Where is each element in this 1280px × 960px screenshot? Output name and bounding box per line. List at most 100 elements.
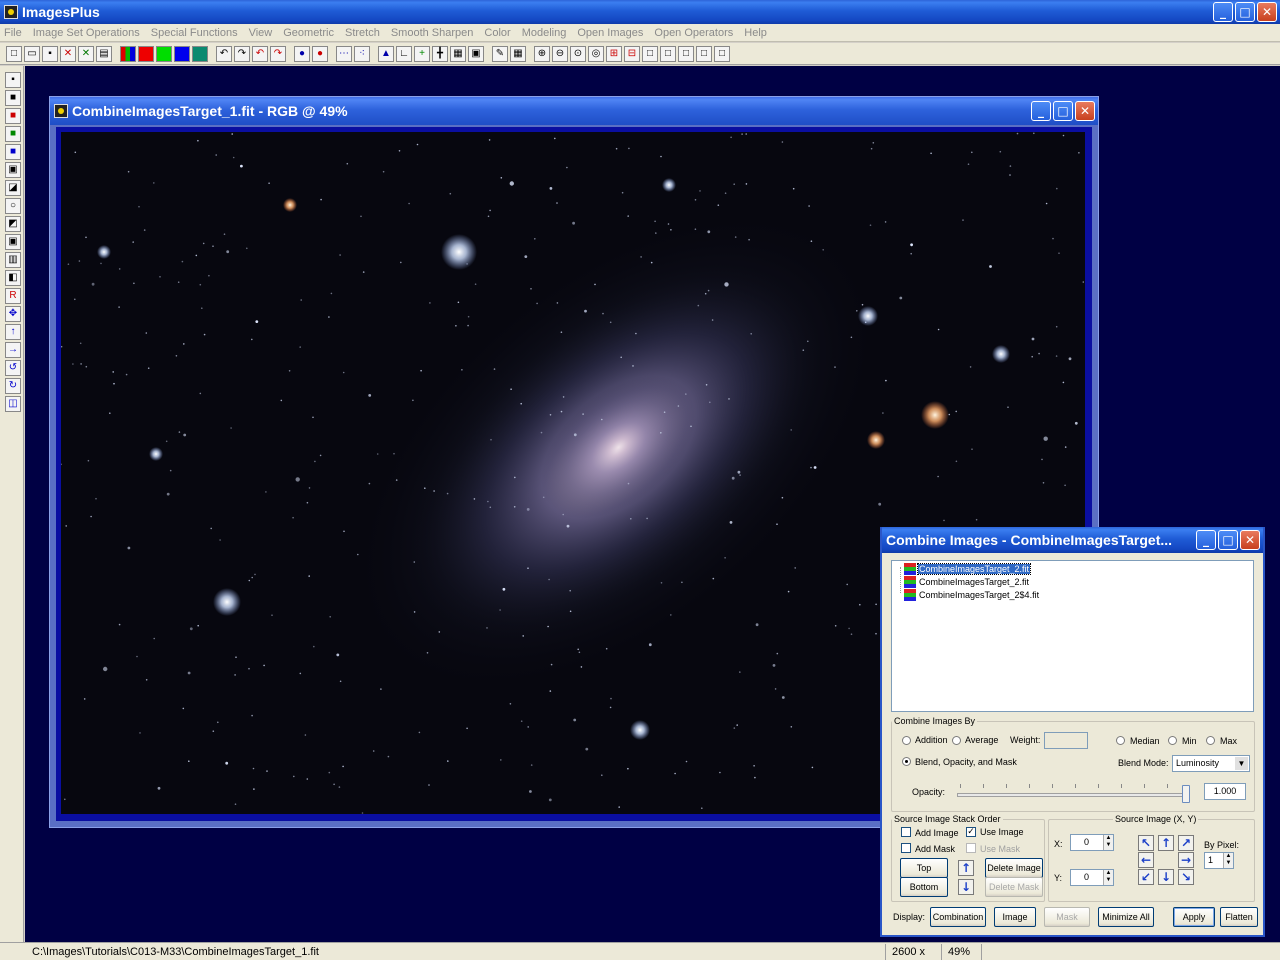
frame-5-icon[interactable]: □ (714, 45, 730, 62)
nudge-down-left-icon[interactable]: ↙ (1138, 869, 1154, 885)
gradient-tool-icon[interactable]: ◩ (5, 216, 21, 232)
zoom-actual-icon[interactable]: ◎ (588, 45, 604, 62)
plus-icon[interactable]: + (414, 45, 430, 62)
zoom-plus-red-icon[interactable]: ⊞ (606, 45, 622, 62)
move-down-arrow-icon[interactable]: ↓ (958, 879, 974, 895)
blend-opacity-mask-radio[interactable] (902, 757, 911, 766)
undo-red-icon[interactable]: ↶ (252, 45, 268, 62)
add-mask-checkbox[interactable] (901, 843, 911, 853)
maximize-button[interactable]: □ (1235, 2, 1255, 22)
minimize-button[interactable]: _ (1213, 2, 1233, 22)
red-square-icon[interactable]: ■ (5, 108, 21, 124)
rgb-channels-icon[interactable] (120, 45, 136, 62)
menu-smooth-sharpen[interactable]: Smooth Sharpen (391, 27, 474, 39)
frame-3-icon[interactable]: □ (678, 45, 694, 62)
delete-image-button[interactable]: Delete Image (985, 858, 1043, 878)
save-icon[interactable]: ▪ (42, 45, 58, 62)
close-all-icon[interactable]: ✕ (78, 45, 94, 62)
menu-image-set-operations[interactable]: Image Set Operations (33, 27, 140, 39)
blend-mode-select[interactable]: Luminosity ▼ (1172, 755, 1250, 772)
min-radio[interactable] (1168, 736, 1177, 745)
bars-tool-icon[interactable]: ▥ (5, 252, 21, 268)
triangle-icon[interactable]: ▲ (378, 45, 394, 62)
new-icon[interactable]: □ (6, 45, 22, 62)
x-offset-stepper[interactable]: 0 ▲ ▼ (1070, 834, 1114, 851)
table-icon[interactable]: ▦ (510, 45, 526, 62)
nudge-left-icon[interactable]: ← (1138, 852, 1154, 868)
frame-1-icon[interactable]: □ (642, 45, 658, 62)
image-stack-list[interactable]: CombineImagesTarget_2.fit CombineImagesT… (891, 560, 1254, 712)
stack-item[interactable]: CombineImagesTarget_2.fit (904, 576, 1030, 588)
red-r-icon[interactable]: R (5, 288, 21, 304)
zoom-fit-icon[interactable]: ⊙ (570, 45, 586, 62)
menu-geometric[interactable]: Geometric (283, 27, 334, 39)
mask-button[interactable]: Mask (1044, 907, 1090, 927)
move-up-arrow-icon[interactable]: ↑ (958, 860, 974, 876)
opacity-slider-thumb[interactable] (1182, 785, 1190, 803)
grid-channel-icon[interactable] (192, 45, 208, 62)
y-offset-stepper[interactable]: 0 ▲ ▼ (1070, 869, 1114, 886)
menu-color[interactable]: Color (484, 27, 510, 39)
combine-images-dialog[interactable]: Combine Images - CombineImagesTarget... … (880, 527, 1265, 937)
average-radio[interactable] (952, 736, 961, 745)
close-button[interactable]: ✕ (1257, 2, 1277, 22)
menu-help[interactable]: Help (744, 27, 767, 39)
nudge-up-right-icon[interactable]: ↗ (1178, 835, 1194, 851)
image-icon[interactable]: ▣ (468, 45, 484, 62)
menu-modeling[interactable]: Modeling (522, 27, 567, 39)
pencil-icon[interactable]: ✎ (492, 45, 508, 62)
scatter-icon[interactable]: ⁖ (354, 45, 370, 62)
blue-square-icon[interactable]: ■ (5, 144, 21, 160)
add-image-checkbox[interactable] (901, 827, 911, 837)
menu-open-operators[interactable]: Open Operators (654, 27, 733, 39)
nudge-up-left-icon[interactable]: ↖ (1138, 835, 1154, 851)
apply-button[interactable]: Apply (1173, 907, 1215, 927)
zoom-minus-red-icon[interactable]: ⊟ (624, 45, 640, 62)
color-square-icon[interactable]: ▣ (5, 162, 21, 178)
crosshair-icon[interactable]: ╋ (432, 45, 448, 62)
combination-button[interactable]: Combination (930, 907, 986, 927)
y-spin-icon[interactable]: ▲ ▼ (1103, 870, 1113, 885)
redo-red-icon[interactable]: ↷ (270, 45, 286, 62)
dot-square-icon[interactable]: ▣ (5, 234, 21, 250)
rotate-left-icon[interactable]: ↺ (5, 360, 21, 376)
x-spin-icon[interactable]: ▲ ▼ (1103, 835, 1113, 850)
stack-item[interactable]: CombineImagesTarget_2$4.fit (904, 589, 1040, 601)
top-button[interactable]: Top (900, 858, 948, 878)
green-square-icon[interactable]: ■ (5, 126, 21, 142)
by-pixel-spin-icon[interactable]: ▲ ▼ (1223, 853, 1233, 868)
delete-mask-button[interactable]: Delete Mask (985, 877, 1043, 897)
use-mask-checkbox[interactable] (966, 843, 976, 853)
image-maximize-button[interactable]: □ (1053, 101, 1073, 121)
dialog-minimize-button[interactable]: _ (1196, 530, 1216, 550)
blue-channel-icon[interactable] (174, 45, 190, 62)
dialog-maximize-button[interactable]: □ (1218, 530, 1238, 550)
zoom-in-icon[interactable]: ⊕ (534, 45, 550, 62)
corner-square-icon[interactable]: ◪ (5, 180, 21, 196)
circle-tool-icon[interactable]: ○ (5, 198, 21, 214)
frame-4-icon[interactable]: □ (696, 45, 712, 62)
app-title-bar[interactable]: ImagesPlus _ □ ✕ (0, 0, 1280, 24)
dialog-title-bar[interactable]: Combine Images - CombineImagesTarget... … (882, 527, 1263, 553)
dots-icon[interactable]: ⋯ (336, 45, 352, 62)
arrow-up-icon[interactable]: ↑ (5, 324, 21, 340)
grid-icon[interactable]: ▦ (450, 45, 466, 62)
nudge-down-right-icon[interactable]: ↘ (1178, 869, 1194, 885)
mirror-icon[interactable]: ◫ (5, 396, 21, 412)
open-icon[interactable]: ▭ (24, 45, 40, 62)
ellipse-select-icon[interactable]: ● (294, 45, 310, 62)
redo-icon[interactable]: ↷ (234, 45, 250, 62)
addition-radio[interactable] (902, 736, 911, 745)
image-minimize-button[interactable]: _ (1031, 101, 1051, 121)
frame-2-icon[interactable]: □ (660, 45, 676, 62)
opacity-field[interactable]: 1.000 (1204, 783, 1246, 800)
black-square-icon[interactable]: ■ (5, 90, 21, 106)
opacity-slider-track[interactable] (957, 793, 1185, 797)
minimize-all-button[interactable]: Minimize All (1098, 907, 1154, 927)
image-button[interactable]: Image (994, 907, 1036, 927)
save-tool-icon[interactable]: ▪ (5, 72, 21, 88)
image-close-button[interactable]: ✕ (1075, 101, 1095, 121)
close-image-icon[interactable]: ✕ (60, 45, 76, 62)
by-pixel-stepper[interactable]: 1 ▲ ▼ (1204, 852, 1234, 869)
ellipse-red-icon[interactable]: ● (312, 45, 328, 62)
